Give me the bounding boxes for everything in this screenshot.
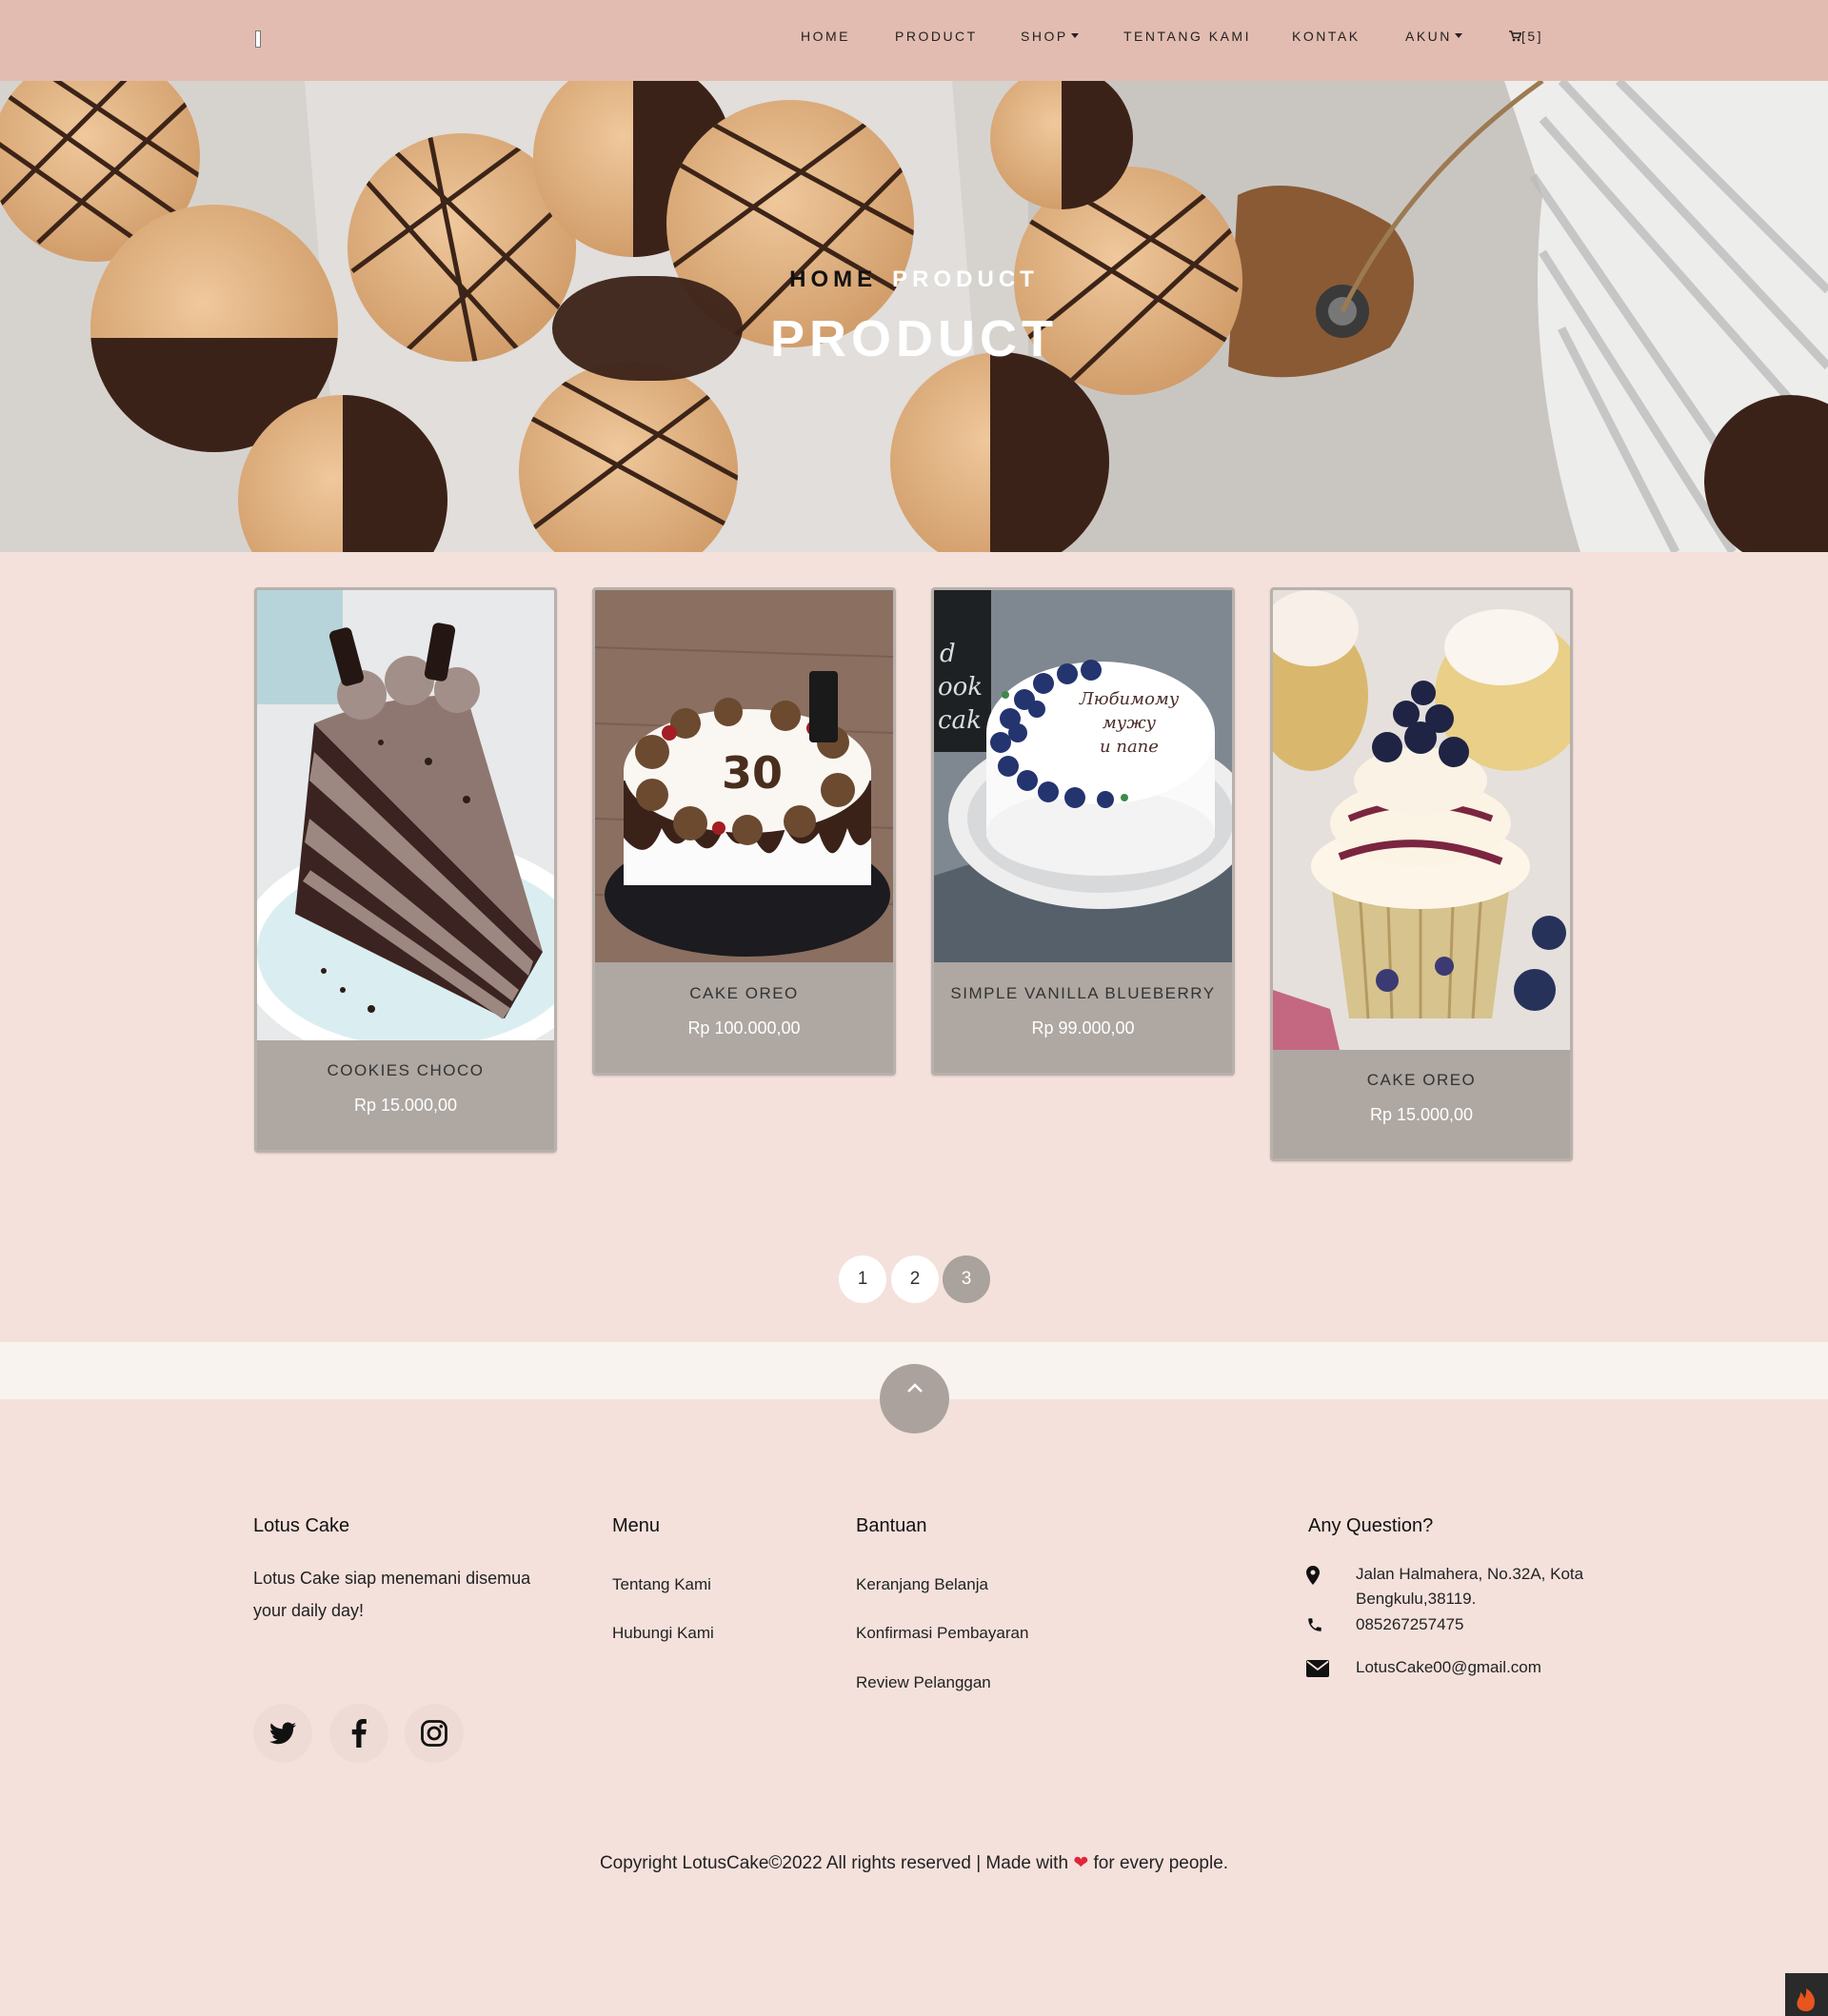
- footer-about-text: Lotus Cake siap menemani disemua your da…: [253, 1569, 531, 1620]
- product-price: Rp 100.000,00: [687, 1018, 801, 1038]
- nav-product[interactable]: PRODUCT: [895, 29, 978, 44]
- page-title: PRODUCT: [770, 310, 1058, 367]
- chevron-down-icon: [1454, 33, 1462, 38]
- navbar: HOME PRODUCT SHOP TENTANG KAMI KONTAK AK…: [0, 0, 1828, 81]
- envelope-icon: [1306, 1660, 1329, 1677]
- phone-icon: [1308, 1618, 1321, 1631]
- nav-akun-label: AKUN: [1405, 29, 1452, 44]
- chevron-up-icon: [907, 1383, 923, 1393]
- copyright: Copyright LotusCake©2022 All rights rese…: [0, 1852, 1828, 1874]
- svg-text:Любимому: Любимому: [1079, 689, 1180, 709]
- footer-help-title: Bantuan: [856, 1515, 927, 1536]
- page-button-1[interactable]: 1: [839, 1255, 886, 1303]
- product-price: Rp 15.000,00: [1369, 1105, 1474, 1124]
- footer-about-title: Lotus Cake: [253, 1515, 350, 1536]
- product-name: COOKIES CHOCO: [327, 1061, 485, 1079]
- instagram-icon: [421, 1720, 447, 1747]
- svg-text:ook: ook: [938, 673, 983, 702]
- product-image-cookies-choco: [257, 590, 554, 1040]
- twitter-link[interactable]: [253, 1704, 312, 1763]
- chevron-down-icon: [1070, 33, 1079, 38]
- footer-menu-title: Menu: [612, 1515, 661, 1536]
- breadcrumb-home[interactable]: HOME: [789, 267, 877, 292]
- instagram-link[interactable]: [405, 1704, 464, 1763]
- footer-link-tentang-kami[interactable]: Tentang Kami: [612, 1575, 711, 1594]
- product-name: CAKE OREO: [689, 984, 799, 1002]
- product-card[interactable]: 30 CAKE OREO Rp 100.000,00: [592, 587, 896, 1076]
- nav-cart[interactable]: [5]: [1509, 29, 1543, 44]
- back-to-top-button[interactable]: [880, 1364, 949, 1433]
- heart-icon: ❤: [1073, 1853, 1089, 1873]
- product-image-simple-vanilla-blueberry: d ook cak Любимому мужу и папе: [934, 590, 1232, 962]
- svg-text:и папе: и папе: [1100, 737, 1159, 757]
- nav-tentang-kami[interactable]: TENTANG KAMI: [1123, 29, 1251, 44]
- footer-link-konfirmasi-pembayaran[interactable]: Konfirmasi Pembayaran: [856, 1624, 1028, 1643]
- footer-link-review-pelanggan[interactable]: Review Pelanggan: [856, 1673, 991, 1692]
- page-button-3[interactable]: 3: [943, 1255, 990, 1303]
- cart-icon: [1509, 30, 1522, 42]
- nav-home[interactable]: HOME: [801, 29, 850, 44]
- footer-link-keranjang-belanja[interactable]: Keranjang Belanja: [856, 1575, 988, 1594]
- product-name: SIMPLE VANILLA BLUEBERRY: [950, 984, 1216, 1002]
- facebook-icon: [351, 1719, 367, 1748]
- page-button-2[interactable]: 2: [891, 1255, 939, 1303]
- copyright-text: Copyright LotusCake©2022 All rights rese…: [599, 1853, 1069, 1873]
- product-price: Rp 99.000,00: [1031, 1018, 1135, 1038]
- map-marker-icon: [1306, 1566, 1320, 1585]
- corner-badge[interactable]: [1785, 1973, 1828, 2016]
- footer-contact-title: Any Question?: [1308, 1515, 1434, 1536]
- breadcrumb: HOME PRODUCT: [0, 267, 1828, 293]
- contact-address: Jalan Halmahera, No.32A, Kota Bengkulu,3…: [1356, 1565, 1584, 1608]
- hero-banner: HOME PRODUCT PRODUCT: [0, 81, 1828, 552]
- product-image-cake-oreo-cupcake: [1273, 590, 1570, 1050]
- product-image-cake-oreo: 30: [595, 590, 893, 962]
- flame-icon: [1797, 1988, 1815, 2011]
- svg-text:мужу: мужу: [1103, 713, 1157, 733]
- nav-shop-label: SHOP: [1021, 29, 1068, 44]
- product-card[interactable]: CAKE OREO Rp 15.000,00: [1270, 587, 1573, 1161]
- brand-logo[interactable]: [255, 30, 261, 48]
- footer-link-hubungi-kami[interactable]: Hubungi Kami: [612, 1624, 714, 1643]
- breadcrumb-current: PRODUCT: [892, 267, 1039, 292]
- copyright-text-end: for every people.: [1093, 1853, 1229, 1873]
- svg-text:d: d: [940, 640, 956, 668]
- nav-kontak[interactable]: KONTAK: [1292, 29, 1361, 44]
- product-card[interactable]: d ook cak Любимому мужу и папе SIMPLE VA…: [931, 587, 1235, 1076]
- contact-phone[interactable]: 085267257475: [1356, 1612, 1463, 1637]
- twitter-icon: [269, 1722, 296, 1745]
- product-price: Rp 15.000,00: [353, 1096, 458, 1115]
- product-card[interactable]: COOKIES CHOCO Rp 15.000,00: [254, 587, 557, 1153]
- cart-count: [5]: [1521, 29, 1544, 44]
- svg-text:cak: cak: [938, 706, 982, 735]
- facebook-link[interactable]: [329, 1704, 388, 1763]
- contact-email[interactable]: LotusCake00@gmail.com: [1356, 1655, 1541, 1680]
- svg-text:30: 30: [722, 747, 783, 799]
- nav-shop-dropdown[interactable]: SHOP: [1021, 29, 1079, 44]
- nav-akun-dropdown[interactable]: AKUN: [1405, 29, 1462, 44]
- product-name: CAKE OREO: [1366, 1071, 1477, 1089]
